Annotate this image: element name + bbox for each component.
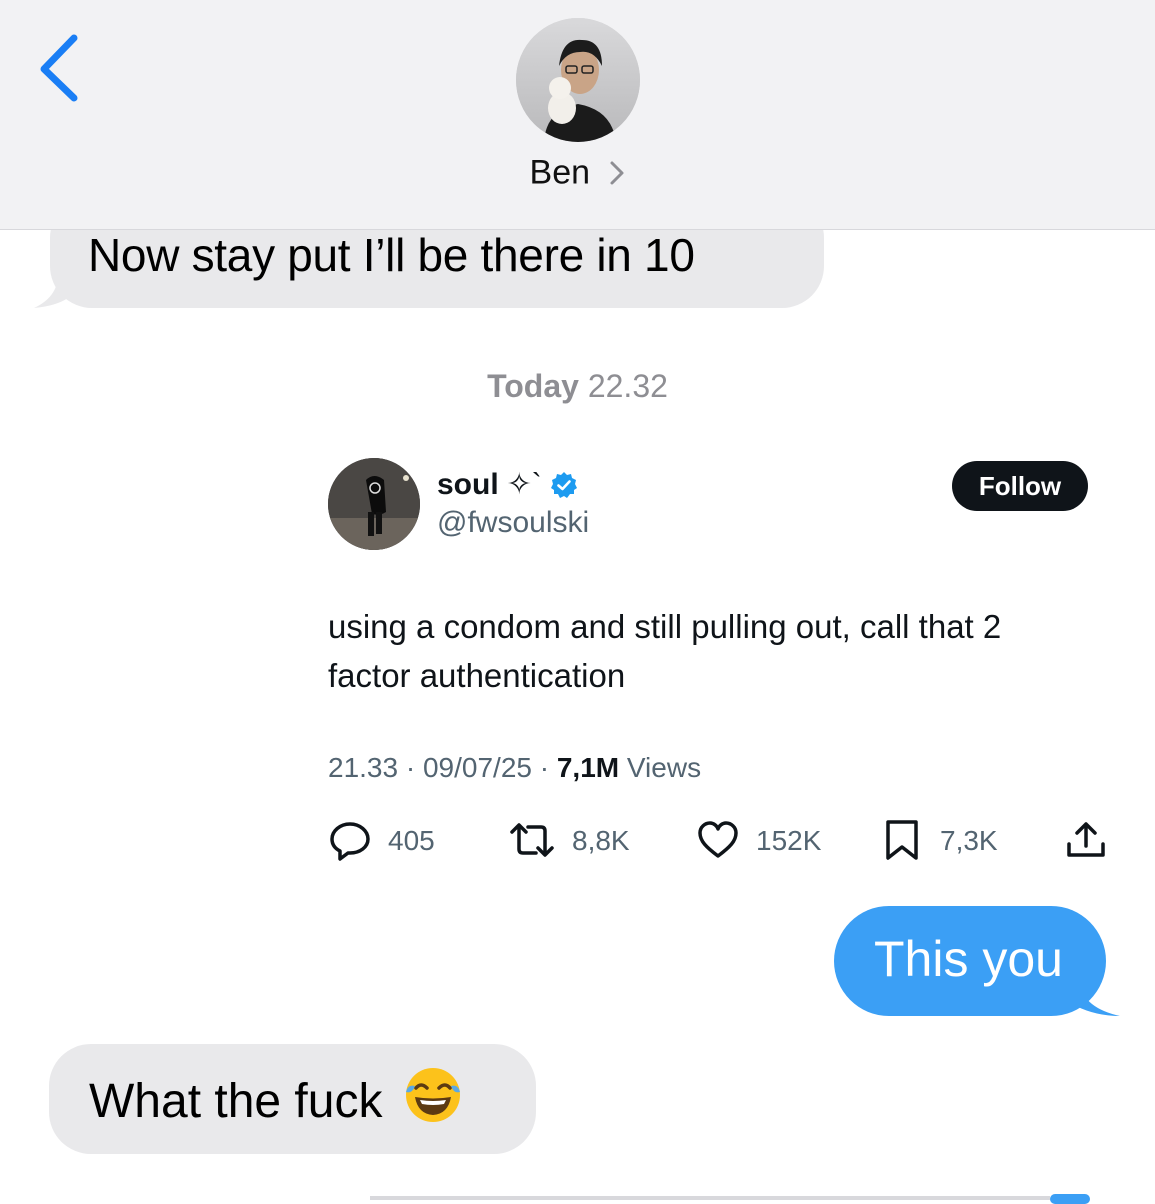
chevron-right-icon — [610, 161, 624, 185]
author-name-suffix: ✧` — [506, 468, 542, 501]
tweet-date: 09/07/25 — [422, 752, 532, 783]
tweet-text: using a condom and still pulling out, ca… — [328, 608, 1002, 694]
bookmark-button[interactable]: 7,3K — [882, 818, 1012, 862]
chevron-left-icon — [40, 34, 78, 102]
message-text: What the fuck — [89, 1075, 383, 1129]
contact-name-button[interactable]: Ben — [0, 152, 1155, 193]
timestamp: Today 22.32 — [0, 368, 1155, 405]
tweet-views-label: Views — [626, 752, 702, 783]
like-count: 152K — [756, 825, 822, 856]
tweet-views-count: 7,1M — [556, 752, 620, 783]
bookmark-icon — [886, 820, 918, 860]
laughing-tears-emoji-icon — [402, 1064, 464, 1135]
timestamp-time: 22.32 — [587, 368, 668, 404]
reply-count: 405 — [388, 825, 435, 856]
author-display-name: soul — [437, 468, 499, 501]
tweet-author-handle[interactable]: @fwsoulski — [437, 506, 589, 540]
repost-button[interactable]: 8,8K — [508, 818, 648, 862]
incoming-message[interactable]: What the fuck — [49, 1044, 536, 1154]
timestamp-day: Today — [487, 368, 579, 404]
tweet-time: 21.33 — [328, 752, 399, 783]
message-text: Now stay put I’ll be there in 10 — [88, 229, 695, 281]
reply-icon — [330, 822, 370, 861]
like-button[interactable]: 152K — [696, 818, 836, 862]
message-text: This you — [874, 931, 1063, 987]
conversation-header: Ben — [0, 0, 1155, 230]
back-button[interactable] — [34, 32, 84, 102]
repost-icon — [510, 823, 554, 857]
contact-name: Ben — [529, 153, 591, 192]
tweet-card[interactable]: soul ✧` @fwsoulski Follow using a condom … — [300, 440, 1120, 880]
bottom-divider — [370, 1196, 1050, 1200]
tweet-author-avatar[interactable] — [328, 458, 420, 550]
outgoing-message[interactable]: This you — [834, 906, 1106, 1016]
bottom-indicator — [1050, 1194, 1090, 1204]
verified-badge-icon — [551, 472, 577, 498]
follow-button[interactable]: Follow — [952, 461, 1088, 511]
share-button[interactable] — [1064, 818, 1108, 862]
repost-count: 8,8K — [572, 825, 630, 856]
reply-button[interactable]: 405 — [328, 818, 448, 862]
tweet-author-name[interactable]: soul ✧` — [437, 467, 542, 502]
contact-avatar[interactable] — [516, 18, 640, 142]
heart-icon — [698, 821, 738, 858]
tweet-meta: 21.33 · 09/07/25 · 7,1M Views — [328, 752, 702, 783]
share-icon — [1067, 822, 1105, 857]
bookmark-count: 7,3K — [940, 825, 998, 856]
